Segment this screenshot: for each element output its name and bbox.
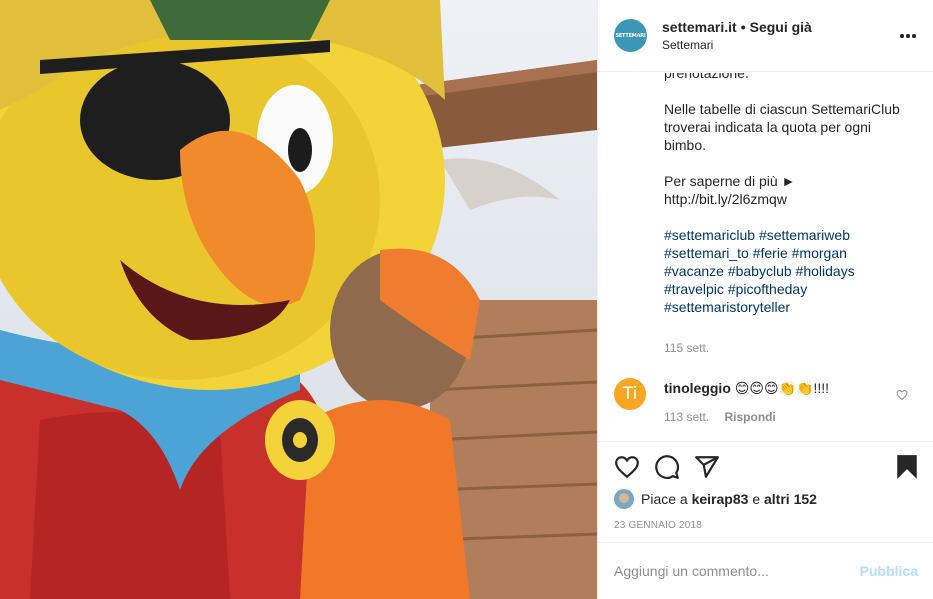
comments-area[interactable]: prenotazione. Nelle tabelle di ciascun S… xyxy=(598,73,933,442)
likes-summary: Piace a keirap83 e altri 152 xyxy=(614,489,817,509)
liker-avatar[interactable] xyxy=(614,489,634,509)
comment-icon[interactable] xyxy=(654,454,680,480)
hashtag-link[interactable]: #babyclub xyxy=(728,263,792,279)
caption-link[interactable]: http://bit.ly/2l6zmqw xyxy=(664,191,787,207)
post-header: SETTEMARI settemari.it • Segui già Settema… xyxy=(598,0,933,72)
caption-hashtags: #settemariclub #settemariweb #settemari_… xyxy=(664,226,904,316)
more-options-icon[interactable] xyxy=(900,27,918,45)
heart-icon[interactable] xyxy=(614,454,640,480)
comment-body: tinoleggio 😊😊😊👏👏!!!! xyxy=(664,379,884,397)
comment-like-icon[interactable] xyxy=(896,389,908,401)
hashtag-link[interactable]: #travelpic xyxy=(664,281,724,297)
publish-button[interactable]: Pubblica xyxy=(860,563,918,579)
commenter-username[interactable]: tinoleggio xyxy=(664,380,731,396)
caption-link-intro: Per saperne di più ► xyxy=(664,173,796,189)
add-comment-bar: Pubblica xyxy=(598,542,933,599)
share-icon[interactable] xyxy=(694,454,720,480)
likes-connector: e xyxy=(752,491,761,507)
caption-timestamp[interactable]: 115 sett. xyxy=(664,341,709,355)
caption-cut-line: prenotazione. xyxy=(664,73,749,81)
follow-button[interactable]: Segui già xyxy=(750,19,812,35)
mascot-illustration xyxy=(0,0,597,599)
hashtag-link[interactable]: #holidays xyxy=(796,263,855,279)
hashtag-link[interactable]: #ferie xyxy=(753,245,788,261)
hashtag-link[interactable]: #vacanze xyxy=(664,263,724,279)
post-date[interactable]: 23 GENNAIO 2018 xyxy=(614,520,702,531)
commenter-avatar-text: Ti xyxy=(622,384,638,404)
caption-paragraph: Nelle tabelle di ciascun SettemariClub t… xyxy=(664,101,900,153)
header-handle-line: settemari.it • Segui già xyxy=(662,19,812,35)
bookmark-icon[interactable] xyxy=(894,454,920,480)
hashtag-link[interactable]: #picoftheday xyxy=(728,281,807,297)
post-panel: SETTEMARI settemari.it • Segui già Settema… xyxy=(597,0,933,599)
account-username[interactable]: settemari.it xyxy=(662,19,737,35)
hashtag-link[interactable]: #settemariweb xyxy=(759,227,850,243)
account-subtitle[interactable]: Settemari xyxy=(662,38,713,52)
post-photo[interactable] xyxy=(0,0,597,599)
header-separator: • xyxy=(740,19,746,35)
account-avatar-text: SETTEMARI xyxy=(615,32,646,39)
account-avatar[interactable]: SETTEMARI xyxy=(614,19,647,52)
hashtag-link[interactable]: #settemaristoryteller xyxy=(664,299,790,315)
hashtag-link[interactable]: #settemariclub xyxy=(664,227,755,243)
comment-input[interactable] xyxy=(614,562,844,580)
commenter-avatar[interactable]: Ti xyxy=(614,378,646,410)
post-actions xyxy=(598,442,933,490)
hashtag-link[interactable]: #settemari_to xyxy=(664,245,749,261)
comment-content: 😊😊😊👏👏!!!! xyxy=(734,380,829,396)
comment-timestamp[interactable]: 113 sett. xyxy=(664,410,709,424)
likes-others-link[interactable]: altri 152 xyxy=(764,491,817,507)
likes-prefix: Piace a xyxy=(641,491,688,507)
post-caption: prenotazione. Nelle tabelle di ciascun S… xyxy=(664,73,904,316)
caption-paragraph: Per saperne di più ► http://bit.ly/2l6zm… xyxy=(664,172,904,208)
liker-username[interactable]: keirap83 xyxy=(692,491,749,507)
reply-button[interactable]: Rispondi xyxy=(724,410,775,424)
hashtag-link[interactable]: #morgan xyxy=(792,245,847,261)
comment-meta: 113 sett. Rispondi xyxy=(664,410,776,424)
